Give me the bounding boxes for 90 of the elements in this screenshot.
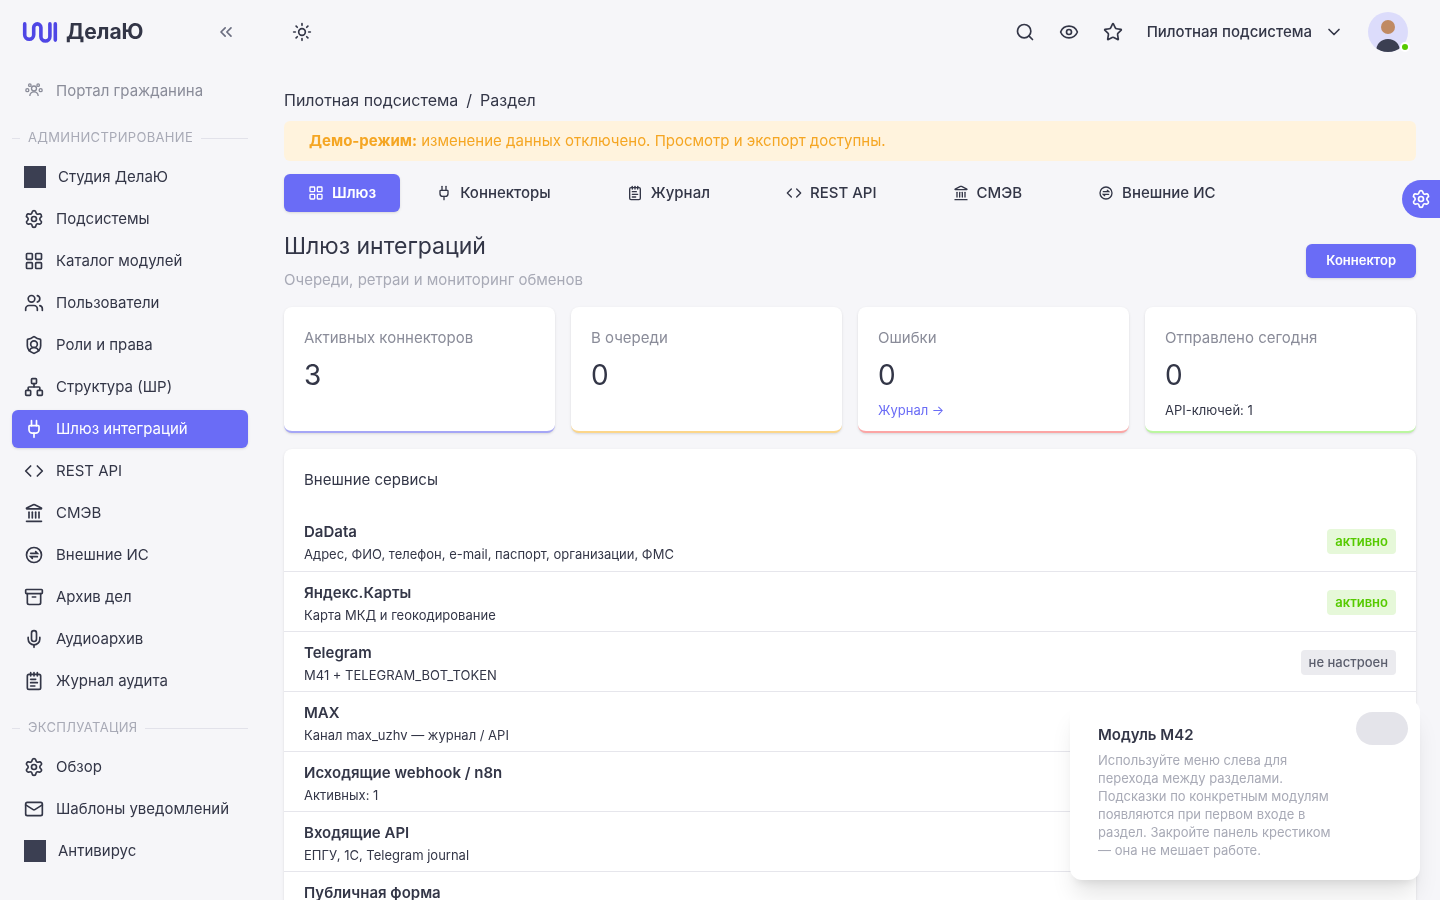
sidebar-item[interactable]: Подсистемы [12, 200, 248, 238]
demo-alert: Демо-режим: изменение данных отключено. Просмотр и экспорт доступны. [284, 121, 1416, 161]
sidebar-item[interactable]: Шлюз интеграций [12, 410, 248, 448]
sidebar-item[interactable]: Аудиоархив [12, 620, 248, 658]
stat-value: 0 [591, 357, 610, 393]
section-heading: ЭКСПЛУАТАЦИЯ [28, 718, 138, 738]
service-description: Канал max_uzhv — журнал / API [304, 726, 509, 746]
tip-text: Используйте меню слева для перехода между разделами. Подсказки по конкретным модулям появляются при первом входе в раздел. Закройте панель крестиком — она не мешает работе. [1098, 750, 1332, 859]
section-heading: АДМИНИСТРИРОВАНИЕ [28, 128, 194, 148]
stat-label: Отправлено сегодня [1165, 327, 1319, 350]
building-icon [952, 185, 969, 201]
exchange-icon [24, 545, 44, 565]
archive-icon [24, 587, 44, 607]
search-button[interactable] [1014, 22, 1035, 42]
exchange-icon [1098, 185, 1115, 201]
grid-icon [308, 185, 324, 201]
service-name: Входящие API [304, 821, 411, 844]
stat-note: API-ключей: 1 [1165, 400, 1254, 420]
building-icon [24, 503, 44, 523]
logo-icon [22, 20, 58, 44]
stat-label: Ошибки [878, 327, 938, 350]
stat-value: 3 [304, 357, 323, 393]
service-name: MAX [304, 701, 341, 724]
square-icon [24, 166, 46, 188]
service-name: Публичная форма [304, 881, 441, 900]
sidebar-item[interactable]: Роли и права [12, 326, 248, 364]
tab[interactable]: REST API [761, 174, 901, 212]
square-icon [24, 840, 46, 862]
sidebar-item[interactable]: Антивирус [12, 832, 248, 870]
service-description: Адрес, ФИО, телефон, e-mail, паспорт, организации, ФМС [304, 545, 674, 565]
status-badge: активно [1327, 589, 1396, 616]
service-description: Активных: 1 [304, 786, 380, 806]
stat-value: 0 [878, 357, 897, 393]
sidebar-item[interactable]: REST API [12, 452, 248, 490]
brand-name: ДелаЮ [66, 18, 144, 47]
service-name: Исходящие webhook / n8n [304, 761, 503, 784]
sidebar-item[interactable]: СМЭВ [12, 494, 248, 532]
mail-icon [24, 799, 44, 819]
tab[interactable]: Внешние ИС [1074, 174, 1240, 212]
sidebar-item[interactable]: Шаблоны уведомлений [12, 790, 248, 828]
tab[interactable]: Шлюз [284, 174, 401, 212]
hierarchy-icon [24, 377, 44, 397]
microphone-icon [24, 629, 44, 649]
connector-button[interactable]: Коннектор [1306, 244, 1416, 278]
tab[interactable]: Журнал [602, 174, 734, 212]
settings-button[interactable] [1402, 180, 1440, 218]
stat-label: В очереди [591, 327, 669, 350]
breadcrumb-separator: / [466, 89, 473, 112]
service-description: ЕПГУ, 1С, Telegram journal [304, 846, 470, 866]
status-badge: не настроен [1300, 649, 1396, 676]
sidebar-item[interactable]: Архив дел [12, 578, 248, 616]
star-button[interactable] [1102, 22, 1123, 42]
page-subtitle: Очереди, ретраи и мониторинг обменов [284, 268, 583, 291]
sidebar-item[interactable]: Журнал аудита [12, 662, 248, 700]
journal-link[interactable]: Журнал → [878, 400, 1109, 421]
users-icon [24, 293, 44, 313]
service-description: M41 + TELEGRAM_BOT_TOKEN [304, 666, 497, 686]
stat-label: Активных коннекторов [304, 327, 475, 350]
sun-icon [292, 22, 312, 42]
document-icon [626, 185, 643, 201]
sidebar-item[interactable]: Обзор [12, 748, 248, 786]
sidebar-item[interactable]: Каталог модулей [12, 242, 248, 280]
theme-toggle[interactable] [292, 22, 312, 42]
subsystem-dropdown[interactable]: Пилотная подсистема [1146, 20, 1344, 44]
shield-icon [24, 335, 44, 355]
sidebar-item[interactable]: Пользователи [12, 284, 248, 322]
tip-title: Модуль M42 [1098, 724, 1195, 746]
service-name: Telegram [304, 641, 373, 664]
document-icon [24, 671, 44, 691]
stat-value: 0 [1165, 357, 1184, 393]
gear-icon [24, 757, 44, 777]
breadcrumb-item[interactable]: Пилотная подсистема [284, 88, 459, 112]
user-avatar[interactable] [1368, 12, 1408, 52]
page-title: Шлюз интеграций [284, 232, 487, 261]
card-title: Внешние сервисы [303, 469, 439, 492]
code-icon [785, 185, 802, 201]
service-name: DaData [304, 520, 358, 543]
sidebar-item[interactable]: Структура (ШР) [12, 368, 248, 406]
sidebar-item[interactable]: Внешние ИС [12, 536, 248, 574]
service-name: Яндекс.Карты [304, 581, 413, 604]
tab[interactable]: Коннекторы [412, 174, 575, 212]
tab[interactable]: СМЭВ [928, 174, 1047, 212]
eye-button[interactable] [1058, 22, 1079, 42]
status-badge: активно [1327, 528, 1396, 555]
grid-icon [24, 251, 44, 271]
gear-icon [24, 209, 44, 229]
gear-icon [1411, 189, 1431, 209]
service-description: Карта МКД и геокодирование [304, 606, 496, 626]
breadcrumb-item[interactable]: Раздел [480, 88, 536, 112]
sidebar-item[interactable]: Студия ДелаЮ [12, 158, 248, 196]
